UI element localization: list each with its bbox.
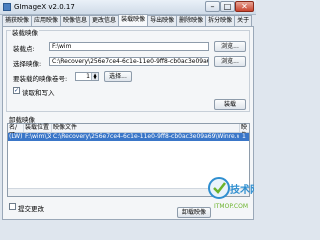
- tab-split[interactable]: 拆分映像: [205, 15, 236, 26]
- column-header-name[interactable]: 名/可: [8, 124, 24, 139]
- source-image-field[interactable]: C:\Recovery\256e7ce4-6c1e-11e0-9ff8-cb0a…: [49, 57, 209, 66]
- tab-export[interactable]: 导出映像: [147, 15, 178, 26]
- table-header: 名/可 装载位置 映像文件 映像: [8, 124, 251, 139]
- itmop-logo-icon: 技术网 ITMOP.COM: [208, 177, 260, 210]
- tab-mount[interactable]: 装载映像: [118, 14, 149, 26]
- row-index: 1: [242, 133, 246, 140]
- index-stepper[interactable]: 1 ▲ ▼: [75, 72, 99, 81]
- row-file: C:\Recovery\256e7ce4-6c1e-11e0-9ff8-cb0a…: [53, 133, 239, 140]
- maximize-button[interactable]: □: [220, 1, 235, 12]
- watermark-text: 技术网: [230, 183, 254, 196]
- commit-changes-label: 提交更改: [18, 205, 44, 213]
- watermark-logo: 技术网 ITMOP.COM: [208, 172, 260, 218]
- read-write-label: 读取和写入: [22, 89, 55, 97]
- read-write-checkbox[interactable]: ✓: [13, 87, 20, 94]
- column-header-location[interactable]: 装载位置: [24, 124, 52, 132]
- tab-change-info[interactable]: 更改信息: [89, 15, 120, 26]
- row-name: (LW): [9, 133, 23, 140]
- tab-apply[interactable]: 应用映像: [31, 15, 62, 26]
- column-header-index[interactable]: 映像: [240, 124, 251, 139]
- mount-point-field[interactable]: F:\wim: [49, 42, 209, 51]
- browse-mount-point-button[interactable]: 浏览...: [214, 41, 246, 52]
- tab-about[interactable]: 关于: [234, 15, 253, 26]
- title-bar: GImageX v2.0.17 – □ ✕: [0, 0, 256, 15]
- index-label: 要装载的映像卷号:: [13, 75, 68, 83]
- source-image-label: 选择映像:: [13, 60, 42, 68]
- unmount-button[interactable]: 卸载映像: [177, 207, 211, 218]
- minimize-button[interactable]: –: [205, 1, 220, 12]
- commit-changes-checkbox[interactable]: [9, 203, 16, 210]
- tab-info[interactable]: 映像信息: [60, 15, 91, 26]
- mount-group-label: 装载映像: [11, 27, 39, 37]
- stepper-arrows-icon[interactable]: ▲ ▼: [91, 73, 98, 80]
- index-value: 1: [86, 73, 90, 80]
- table-row[interactable]: (LW) F:\wim\文件名 C:\Recovery\256e7ce4-6c1…: [8, 133, 249, 141]
- app-icon: [3, 3, 11, 11]
- tab-delete[interactable]: 删除映像: [176, 15, 207, 26]
- close-button[interactable]: ✕: [235, 1, 254, 12]
- tab-capture[interactable]: 捕获映像: [2, 15, 33, 26]
- mount-group: 装载映像 装载点: F:\wim 浏览... 选择映像: C:\Recovery…: [6, 27, 250, 112]
- select-index-button[interactable]: 选择...: [104, 71, 132, 82]
- browse-source-button[interactable]: 浏览...: [214, 56, 246, 67]
- row-location: F:\wim\文件名: [25, 133, 51, 140]
- watermark-domain: ITMOP.COM: [214, 203, 248, 210]
- mount-button[interactable]: 装载: [214, 99, 246, 110]
- mount-point-label: 装载点:: [13, 45, 35, 53]
- column-header-file[interactable]: 映像文件: [52, 124, 240, 132]
- window-title: GImageX v2.0.17: [14, 3, 75, 11]
